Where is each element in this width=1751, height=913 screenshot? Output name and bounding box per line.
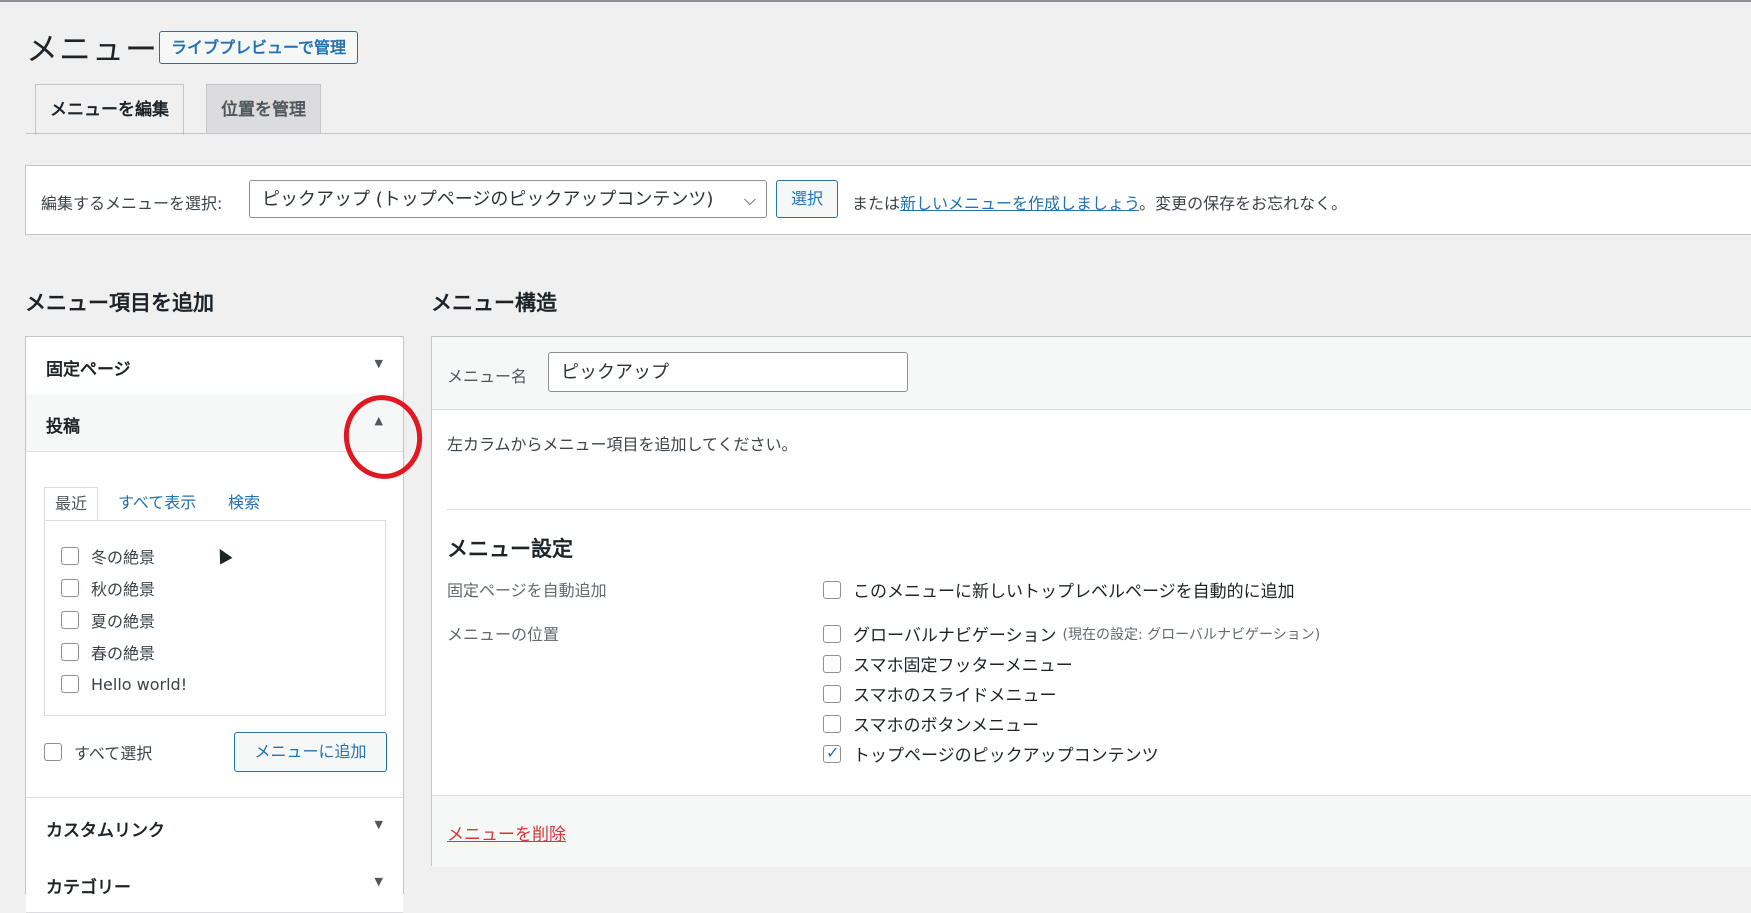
tab-manage-locations[interactable]: 位置を管理	[206, 84, 321, 134]
tab-search[interactable]: 検索	[218, 487, 270, 519]
menu-name-input[interactable]: ピックアップ	[548, 352, 908, 392]
location-label: スマホのスライドメニュー	[853, 686, 1057, 706]
select-button[interactable]: 選択	[776, 180, 838, 218]
accordion-posts-title: 投稿	[46, 417, 80, 437]
menu-name-label: メニュー名	[447, 367, 528, 386]
menu-structure-footer: メニューを削除	[432, 795, 1751, 867]
post-title: 冬の絶景	[91, 548, 156, 567]
list-item[interactable]: 夏の絶景	[61, 607, 155, 633]
checkbox[interactable]	[44, 743, 62, 761]
select-menu-label: 編集するメニューを選択:	[41, 194, 223, 213]
location-label: グローバルナビゲーション	[853, 626, 1057, 646]
list-item[interactable]: 秋の絶景	[61, 575, 155, 601]
auto-add-label: 固定ページを自動追加	[447, 581, 607, 600]
create-menu-link[interactable]: 新しいメニューを作成しましょう	[900, 194, 1139, 213]
list-item[interactable]: 春の絶景	[61, 639, 155, 665]
tab-recent[interactable]: 最近	[44, 487, 99, 521]
post-title: 秋の絶景	[91, 580, 156, 599]
checkbox[interactable]	[61, 579, 79, 597]
or-text: または	[852, 194, 901, 213]
menu-locations-label: メニューの位置	[447, 625, 560, 644]
instructions-text: 左カラムからメニュー項目を追加してください。	[447, 435, 798, 454]
auto-add-option[interactable]: このメニューに新しいトップレベルページを自動的に追加	[823, 577, 1295, 602]
auto-add-option-label: このメニューに新しいトップレベルページを自動的に追加	[853, 582, 1295, 602]
accordion-categories[interactable]: カテゴリー ▼	[26, 855, 403, 913]
checkbox[interactable]	[61, 643, 79, 661]
page-title: メニュー	[26, 30, 159, 68]
delete-menu-link[interactable]: メニューを削除	[447, 820, 566, 845]
menu-name-bar: メニュー名 ピックアップ	[432, 337, 1751, 410]
location-option-footer[interactable]: スマホ固定フッターメニュー	[823, 651, 1073, 676]
post-title: 夏の絶景	[91, 612, 156, 631]
menu-select-dropdown[interactable]: ピックアップ (トップページのピックアップコンテンツ) ⌵	[249, 180, 767, 218]
accordion-custom-links[interactable]: カスタムリンク ▼	[26, 797, 403, 856]
select-all-label: すべて選択	[74, 744, 153, 763]
checkbox[interactable]	[61, 611, 79, 629]
checkbox[interactable]	[823, 684, 841, 703]
chevron-down-icon: ⌵	[743, 190, 756, 209]
add-to-menu-button[interactable]: メニューに追加	[234, 732, 387, 772]
accordion-pages[interactable]: 固定ページ ▼	[26, 337, 403, 395]
menu-structure-heading: メニュー構造	[431, 291, 557, 315]
location-option-slide[interactable]: スマホのスライドメニュー	[823, 681, 1057, 706]
tab-divider	[26, 133, 1751, 134]
accordion-custom-links-title: カスタムリンク	[46, 821, 165, 841]
checkbox[interactable]	[823, 743, 841, 763]
selected-menu-text: ピックアップ (トップページのピックアップコンテンツ)	[262, 189, 714, 210]
live-preview-button[interactable]: ライブプレビューで管理	[159, 31, 359, 64]
location-option-global[interactable]: グローバルナビゲーション (現在の設定: グローバルナビゲーション)	[823, 621, 1320, 646]
location-option-button[interactable]: スマホのボタンメニュー	[823, 711, 1039, 736]
add-menu-items-heading: メニュー項目を追加	[25, 291, 214, 315]
tab-edit-menus[interactable]: メニューを編集	[35, 84, 184, 135]
posts-checklist: 冬の絶景 秋の絶景 夏の絶景 春の絶景 Hello world!	[44, 520, 386, 716]
accordion-categories-title: カテゴリー	[46, 878, 131, 898]
divider	[447, 509, 1751, 510]
location-current-note: (現在の設定: グローバルナビゲーション)	[1062, 626, 1321, 643]
menu-select-bar: 編集するメニューを選択: ピックアップ (トップページのピックアップコンテンツ)…	[25, 165, 1751, 235]
select-all[interactable]: すべて選択	[44, 740, 152, 764]
triangle-down-icon[interactable]: ▼	[375, 357, 383, 370]
post-title: Hello world!	[91, 674, 188, 694]
triangle-down-icon[interactable]: ▼	[375, 875, 383, 888]
accordion-pages-title: 固定ページ	[46, 360, 131, 380]
menu-structure-panel: メニュー名 ピックアップ 左カラムからメニュー項目を追加してください。 メニュー…	[431, 336, 1751, 867]
save-reminder-text: 。変更の保存をお忘れなく。	[1139, 194, 1348, 213]
checkbox[interactable]	[61, 675, 79, 693]
location-option-pickup[interactable]: トップページのピックアップコンテンツ	[823, 741, 1159, 766]
checkbox[interactable]	[61, 547, 79, 565]
location-label: トップページのピックアップコンテンツ	[853, 746, 1159, 766]
post-title: 春の絶景	[91, 644, 156, 663]
checkbox[interactable]	[823, 580, 841, 599]
menu-settings-heading: メニュー設定	[447, 537, 573, 561]
list-item[interactable]: Hello world!	[61, 671, 187, 697]
create-menu-text: または新しいメニューを作成しましょう。変更の保存をお忘れなく。	[852, 190, 1347, 214]
checkbox[interactable]	[823, 654, 841, 673]
list-item[interactable]: 冬の絶景	[61, 543, 155, 569]
triangle-down-icon[interactable]: ▼	[375, 818, 383, 831]
checkbox[interactable]	[823, 624, 841, 643]
location-label: スマホ固定フッターメニュー	[853, 656, 1073, 676]
tab-view-all[interactable]: すべて表示	[108, 487, 206, 519]
location-label: スマホのボタンメニュー	[853, 716, 1039, 736]
top-border	[0, 0, 1751, 2]
checkbox[interactable]	[823, 714, 841, 733]
